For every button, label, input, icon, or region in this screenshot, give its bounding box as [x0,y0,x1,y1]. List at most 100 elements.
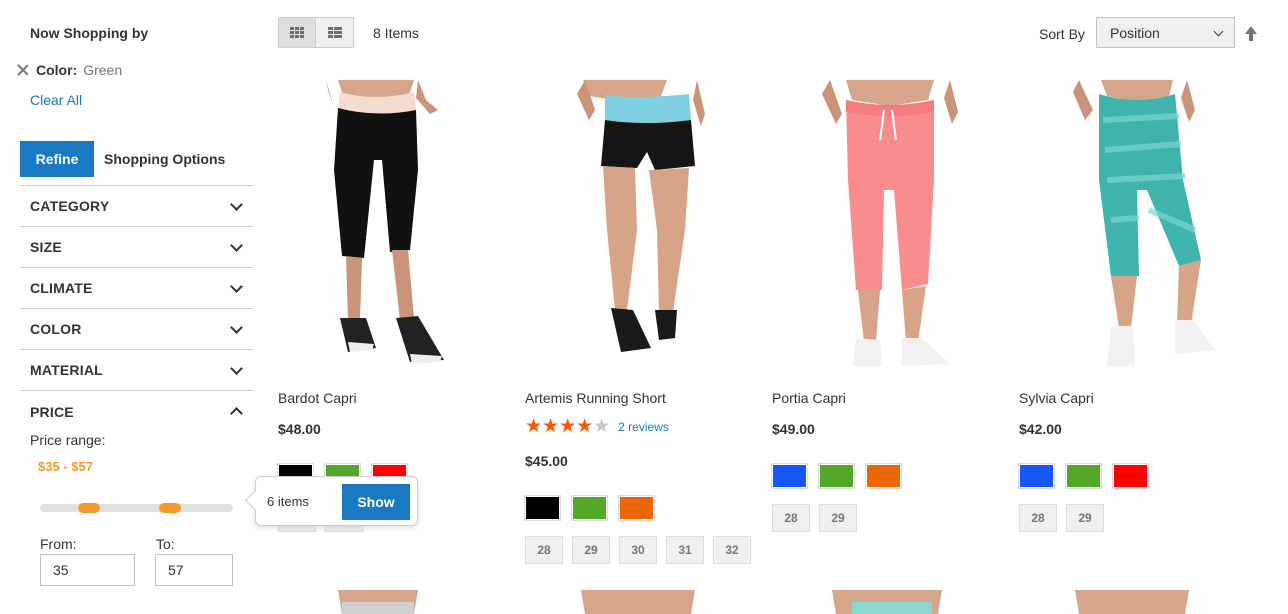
color-swatches [1018,463,1149,489]
facet-title: SIZE [30,239,62,255]
size-option[interactable]: 31 [666,536,704,564]
price-range-value: $35 - $57 [38,459,93,474]
product-price: $48.00 [278,421,321,437]
facet-category[interactable]: CATEGORY [20,186,253,227]
price-to-input[interactable] [155,554,233,586]
product-photo-partial[interactable] [278,590,514,614]
product-photo[interactable] [278,80,514,376]
size-swatches: 28 29 [772,504,857,532]
facet-title: CLIMATE [30,280,93,296]
facet-list: CATEGORY SIZE CLIMATE COLOR MATERIAL PRI… [20,185,253,432]
facet-title: MATERIAL [30,362,103,378]
chevron-up-icon [230,407,243,420]
size-option[interactable]: 30 [619,536,657,564]
product-image-partial [581,590,695,614]
rating-stars: ★★★★★ ★★★★★ [525,416,611,437]
product-name[interactable]: Portia Capri [772,390,846,406]
product-photo[interactable] [1019,80,1255,376]
grid-mode-button[interactable] [278,17,316,48]
product-item: Bardot Capri $48.00 28 29 [277,80,514,532]
size-option[interactable]: 28 [772,504,810,532]
product-price: $45.00 [525,453,568,469]
tab-shopping-options[interactable]: Shopping Options [94,141,225,177]
list-mode-button[interactable] [316,17,354,48]
product-price: $49.00 [772,421,815,437]
facet-title: COLOR [30,321,82,337]
size-option[interactable]: 28 [525,536,563,564]
slider-handle-max[interactable] [159,503,181,513]
product-image-black-capri [326,80,444,364]
swatch-green[interactable] [571,495,608,521]
size-option[interactable]: 29 [819,504,857,532]
reviews-link[interactable]: 2 reviews [618,420,669,434]
chevron-down-icon [230,279,243,293]
price-from-label: From: [40,536,77,552]
product-image-partial [1075,590,1189,614]
clear-all-link[interactable]: Clear All [30,92,82,108]
active-filter-label: Color: [36,62,78,78]
swatch-blue[interactable] [771,463,808,489]
chevron-down-icon [230,197,243,211]
remove-filter-icon[interactable] [16,63,30,77]
price-range-label: Price range: [30,432,106,448]
product-item: Portia Capri $49.00 28 29 [771,80,1008,532]
size-option[interactable]: 29 [1066,504,1104,532]
facet-title: PRICE [30,403,74,420]
chevron-down-icon [1213,26,1224,37]
chevron-down-icon [230,320,243,334]
rating-stars-fill: ★★★★★ [525,417,594,436]
product-name[interactable]: Artemis Running Short [525,390,666,406]
list-icon [327,26,342,39]
swatch-orange[interactable] [618,495,655,521]
chevron-down-icon [230,361,243,375]
product-name[interactable]: Bardot Capri [278,390,357,406]
product-photo-partial[interactable] [772,590,1008,614]
color-swatches [524,495,655,521]
sort-by-value: Position [1110,24,1160,41]
sort-direction-icon[interactable] [1244,26,1260,44]
facet-material[interactable]: MATERIAL [20,350,253,391]
grid-icon [290,26,304,39]
filter-sidebar: Now Shopping by Color: Green Clear All R… [0,0,260,614]
facet-size[interactable]: SIZE [20,227,253,268]
product-name[interactable]: Sylvia Capri [1019,390,1094,406]
price-to-label: To: [156,536,175,552]
product-price: $42.00 [1019,421,1062,437]
tab-refine[interactable]: Refine [20,141,94,177]
now-shopping-heading: Now Shopping by [30,25,149,41]
filter-results-tooltip: 6 items Show [255,476,418,526]
swatch-orange[interactable] [865,463,902,489]
product-item: Artemis Running Short ★★★★★ ★★★★★ 2 revi… [524,80,761,564]
facet-color[interactable]: COLOR [20,309,253,350]
product-photo[interactable] [772,80,1008,376]
sort-by-label: Sort By [1039,26,1085,42]
chevron-down-icon [230,238,243,252]
size-option[interactable]: 28 [1019,504,1057,532]
slider-handle-min[interactable] [78,503,100,513]
facet-price[interactable]: PRICE [20,391,253,432]
product-image-partial [832,590,942,614]
active-filter: Color: Green [16,62,122,78]
size-option[interactable]: 29 [572,536,610,564]
color-swatches [771,463,902,489]
product-image-teal-capri [1073,80,1215,366]
product-photo-partial[interactable] [525,590,761,614]
product-rating: ★★★★★ ★★★★★ 2 reviews [525,417,669,436]
sort-by-select[interactable]: Position [1096,17,1235,48]
swatch-black[interactable] [524,495,561,521]
price-slider[interactable] [40,503,233,513]
size-swatches: 28 29 30 31 32 [525,536,751,564]
swatch-green[interactable] [1065,463,1102,489]
product-image-partial [338,590,418,614]
facet-climate[interactable]: CLIMATE [20,268,253,309]
product-photo[interactable] [525,80,761,376]
price-from-input[interactable] [40,554,135,586]
size-swatches: 28 29 [1019,504,1104,532]
swatch-blue[interactable] [1018,463,1055,489]
swatch-red[interactable] [1112,463,1149,489]
product-item: Sylvia Capri $42.00 28 29 [1018,80,1255,532]
product-photo-partial[interactable] [1019,590,1255,614]
show-results-button[interactable]: Show [342,484,410,520]
size-option[interactable]: 32 [713,536,751,564]
swatch-green[interactable] [818,463,855,489]
